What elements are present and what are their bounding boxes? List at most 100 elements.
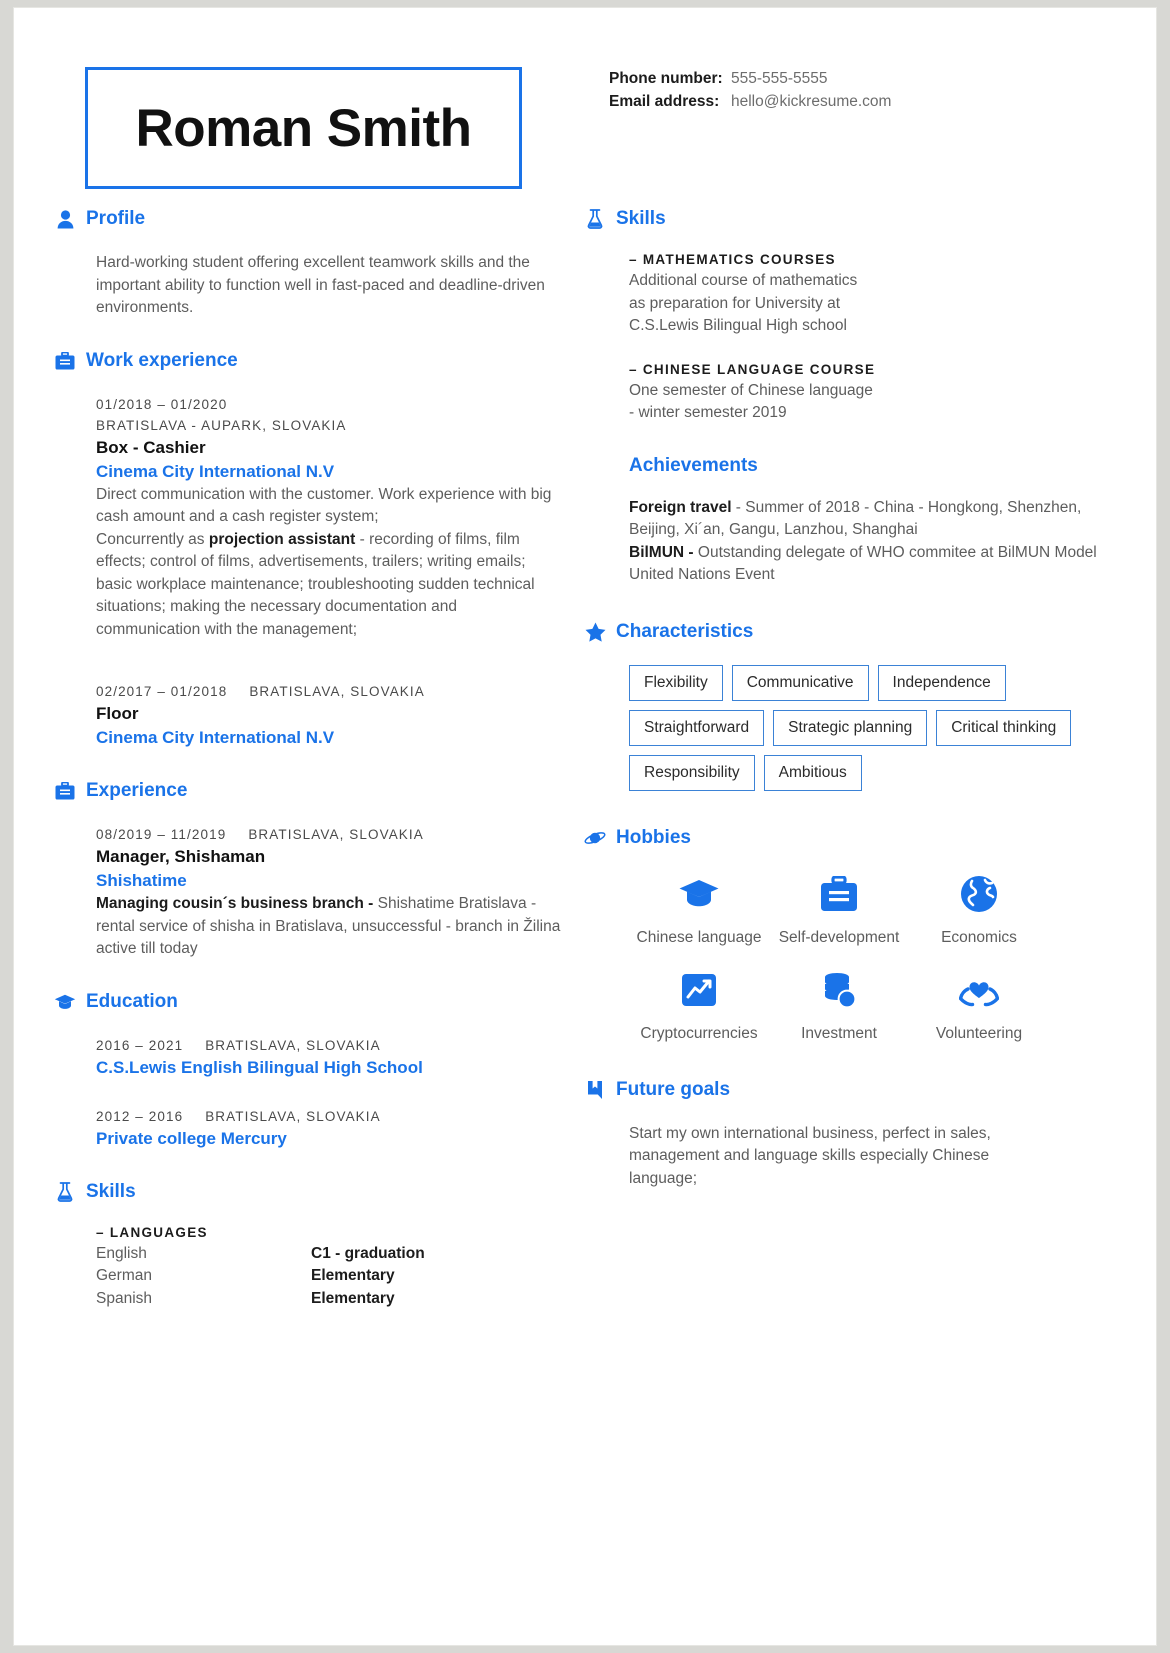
experience-meta: 08/2019 – 11/2019 BRATISLAVA, SLOVAKIA (96, 824, 564, 845)
work-entry-company: Cinema City International N.V (96, 461, 335, 481)
desc-bold: projection assistant (208, 530, 356, 548)
section-skills-right: Skills – MATHEMATICS COURSES Additional … (584, 208, 1124, 425)
work-entry-dates: 02/2017 – 01/2018 (96, 684, 228, 699)
achievement-item: Foreign travel - Summer of 2018 - China … (629, 497, 1124, 542)
table-row: German Elementary (96, 1265, 564, 1288)
hobby-item: Self-development (769, 871, 909, 949)
language-name: German (96, 1267, 152, 1284)
work-experience-title: Work experience (86, 349, 238, 371)
work-experience-heading: Work experience (54, 350, 564, 372)
right-column: Skills – MATHEMATICS COURSES Additional … (564, 208, 1124, 1340)
characteristic-tag[interactable]: Communicative (731, 664, 869, 701)
language-name: Spanish (96, 1289, 153, 1307)
education-dates: 2016 – 2021 (96, 1037, 184, 1053)
chart-icon (676, 967, 722, 1013)
graduation-cap-icon (676, 871, 722, 917)
contact-row-phone: Phone number: 555-555-5555 (609, 68, 891, 89)
flask-icon (54, 1181, 76, 1203)
bookmark-icon (584, 1079, 606, 1101)
hobby-label: Cryptocurrencies (640, 1024, 758, 1042)
education-school: Private college Mercury (96, 1128, 287, 1148)
language-level: Elementary (311, 1267, 395, 1284)
characteristic-tag[interactable]: Independence (877, 664, 1006, 701)
experience-title: Experience (86, 780, 188, 801)
email-label: Email address: (609, 93, 720, 110)
education-meta: 2012 – 2016 BRATISLAVA, SLOVAKIA (96, 1106, 564, 1127)
education-location: BRATISLAVA, SLOVAKIA (205, 1037, 381, 1053)
section-future-goals: Future goals Start my own international … (584, 1079, 1124, 1191)
resume-page: Roman Smith Phone number: 555-555-5555 E… (14, 8, 1156, 1645)
skill-block-text: One semester of Chinese language - winte… (629, 381, 873, 422)
profile-heading: Profile (54, 208, 564, 230)
hobby-label: Economics (941, 928, 1017, 946)
contact-row-email: Email address: hello@kickresume.com (609, 91, 891, 112)
contact-info: Phone number: 555-555-5555 Email address… (609, 68, 891, 114)
characteristic-tag[interactable]: Responsibility (629, 754, 755, 791)
resume-header: Roman Smith Phone number: 555-555-5555 E… (14, 8, 1156, 208)
briefcase-icon (816, 871, 862, 917)
skills-right-title: Skills (616, 208, 666, 229)
characteristics-tags: Flexibility Communicative Independence S… (629, 664, 1124, 791)
desc-pre: Concurrently as (96, 530, 209, 548)
characteristics-heading: Characteristics (584, 621, 1124, 643)
future-goals-title: Future goals (616, 1078, 731, 1100)
work-entry-description-2: Concurrently as projection assistant - r… (96, 529, 564, 642)
language-level: Elementary (311, 1289, 395, 1307)
hobbies-body: Chinese language Self-development Econom… (584, 871, 1124, 1045)
future-goals-text: Start my own international business, per… (629, 1124, 991, 1187)
languages-table: English C1 - graduation German Elementar… (96, 1243, 564, 1311)
skills-left-heading: Skills (54, 1181, 564, 1203)
skills-right-body: – MATHEMATICS COURSES Additional course … (584, 252, 1124, 425)
skills-right-heading: Skills (584, 208, 1124, 230)
section-skills-left: Skills – LANGUAGES English C1 - graduati… (54, 1181, 564, 1311)
experience-heading: Experience (54, 780, 564, 802)
characteristic-tag[interactable]: Ambitious (763, 754, 862, 791)
hobby-item: Economics (909, 871, 1049, 949)
name-box: Roman Smith (85, 67, 522, 189)
section-achievements: Achievements Foreign travel - Summer of … (584, 455, 1124, 587)
left-column: Profile Hard-working student offering ex… (14, 208, 564, 1340)
profile-text: Hard-working student offering excellent … (96, 254, 545, 316)
work-entry-position: Box - Cashier (96, 437, 206, 457)
work-entry: 01/2018 – 01/2020 BRATISLAVA - AUPARK, S… (96, 394, 564, 642)
skill-block: – MATHEMATICS COURSES Additional course … (629, 252, 1124, 338)
achievement-rest: Outstanding delegate of WHO commitee at … (629, 543, 1097, 584)
hobby-label: Chinese language (636, 928, 762, 946)
phone-value: 555-555-5555 (731, 70, 828, 87)
education-dates: 2012 – 2016 (96, 1108, 184, 1124)
skill-block-subhead: – CHINESE LANGUAGE COURSE (629, 361, 876, 377)
work-entry-meta: 02/2017 – 01/2018 BRATISLAVA, SLOVAKIA (96, 681, 564, 702)
section-hobbies: Hobbies Chinese language Self-developmen… (584, 827, 1124, 1045)
experience-body: 08/2019 – 11/2019 BRATISLAVA, SLOVAKIA M… (54, 824, 564, 961)
hobby-item: Chinese language (629, 871, 769, 949)
future-goals-body: Start my own international business, per… (584, 1123, 1124, 1191)
table-row: English C1 - graduation (96, 1243, 564, 1266)
experience-location: BRATISLAVA, SLOVAKIA (248, 827, 424, 842)
languages-subhead: – LANGUAGES (96, 1224, 208, 1240)
education-entry: 2016 – 2021 BRATISLAVA, SLOVAKIA C.S.Lew… (96, 1035, 564, 1080)
education-school: C.S.Lewis English Bilingual High School (96, 1057, 423, 1077)
language-name: English (96, 1244, 147, 1262)
characteristic-tag[interactable]: Flexibility (629, 664, 723, 701)
email-value: hello@kickresume.com (731, 93, 892, 110)
skill-block-text: Additional course of mathematics as prep… (629, 272, 858, 334)
hobbies-heading: Hobbies (584, 827, 1124, 849)
experience-desc-bold: Managing cousin´s business branch - (96, 895, 378, 912)
experience-dates: 08/2019 – 11/2019 (96, 827, 227, 842)
section-characteristics: Characteristics Flexibility Communicativ… (584, 621, 1124, 791)
globe-icon (956, 871, 1002, 917)
characteristic-tag[interactable]: Straightforward (629, 709, 765, 746)
experience-position: Manager, Shishaman (96, 847, 266, 866)
work-experience-body: 01/2018 – 01/2020 BRATISLAVA - AUPARK, S… (54, 394, 564, 751)
education-title: Education (86, 990, 178, 1012)
characteristics-body: Flexibility Communicative Independence S… (584, 664, 1124, 791)
education-meta: 2016 – 2021 BRATISLAVA, SLOVAKIA (96, 1035, 564, 1056)
characteristic-tag[interactable]: Strategic planning (773, 709, 928, 746)
future-goals-heading: Future goals (584, 1079, 1124, 1101)
achievements-title: Achievements (629, 454, 758, 476)
skills-left-title: Skills (86, 1180, 136, 1202)
work-entry-location: BRATISLAVA - AUPARK, SLOVAKIA (96, 417, 347, 433)
experience-company: Shishatime (96, 871, 187, 890)
characteristic-tag[interactable]: Critical thinking (936, 709, 1072, 746)
achievement-item: BilMUN - Outstanding delegate of WHO com… (629, 542, 1124, 587)
